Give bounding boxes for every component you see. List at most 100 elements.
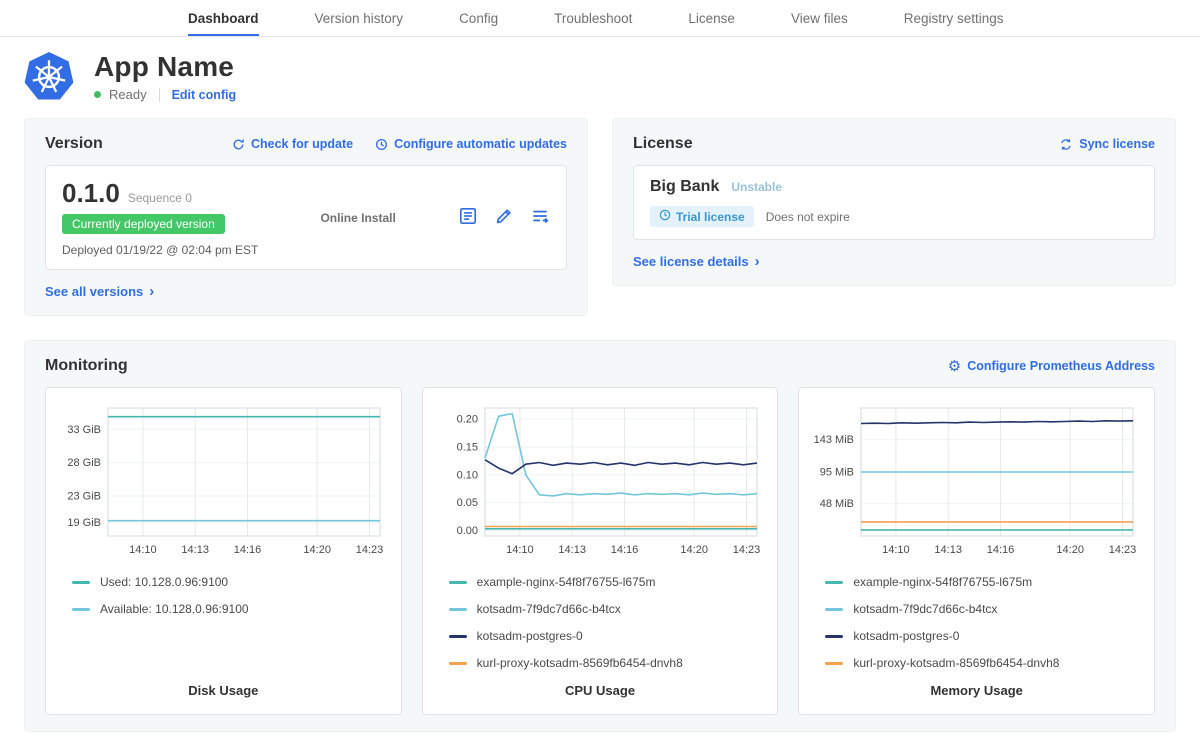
svg-text:14:13: 14:13 <box>181 544 209 556</box>
sync-license-link[interactable]: Sync license <box>1059 137 1155 151</box>
legend-item: kurl-proxy-kotsadm-8569fb6454-dnvh8 <box>449 656 766 670</box>
sequence-label: Sequence 0 <box>128 191 192 205</box>
schedule-clock-icon <box>375 138 388 151</box>
disk-usage-chart-panel: 19 GiB23 GiB28 GiB33 GiB14:1014:1314:161… <box>45 387 402 715</box>
gear-icon: ⚙ <box>948 359 961 374</box>
trial-license-label: Trial license <box>676 210 745 224</box>
configure-prometheus-link[interactable]: ⚙ Configure Prometheus Address <box>948 359 1155 374</box>
svg-text:14:16: 14:16 <box>234 544 262 556</box>
legend-color-dash <box>825 662 843 665</box>
svg-text:0.00: 0.00 <box>456 525 477 537</box>
legend-label: kotsadm-postgres-0 <box>853 629 959 643</box>
cpu-usage-chart-panel: 0.000.050.100.150.2014:1014:1314:1614:20… <box>422 387 779 715</box>
chevron-right-icon: › <box>149 284 154 299</box>
cards-row: Version Check for update Configure autom… <box>0 114 1200 316</box>
license-panel: Big Bank Unstable Trial license Does not… <box>633 165 1155 240</box>
svg-text:0.20: 0.20 <box>456 414 477 426</box>
svg-text:48 MiB: 48 MiB <box>820 498 854 510</box>
edit-config-icon[interactable] <box>494 206 514 229</box>
install-type-label: Online Install <box>258 211 458 225</box>
svg-text:28 GiB: 28 GiB <box>67 457 101 469</box>
legend-label: Used: 10.128.0.96:9100 <box>100 575 228 589</box>
deployed-timestamp: Deployed 01/19/22 @ 02:04 pm EST <box>62 243 258 257</box>
view-diff-icon[interactable] <box>530 206 550 229</box>
chart-legend: example-nginx-54f8f76755-l675m kotsadm-7f… <box>435 575 766 683</box>
svg-text:143 MiB: 143 MiB <box>814 434 854 446</box>
version-number: 0.1.0 <box>62 178 120 209</box>
tab-config[interactable]: Config <box>459 0 498 36</box>
svg-text:19 GiB: 19 GiB <box>67 517 101 529</box>
legend-color-dash <box>72 581 90 584</box>
configure-automatic-updates-label: Configure automatic updates <box>394 137 567 151</box>
svg-text:33 GiB: 33 GiB <box>67 424 101 436</box>
license-card-title: License <box>633 135 693 153</box>
refresh-icon <box>232 138 245 151</box>
svg-text:14:20: 14:20 <box>1057 544 1085 556</box>
legend-label: Available: 10.128.0.96:9100 <box>100 602 249 616</box>
legend-item: example-nginx-54f8f76755-l675m <box>825 575 1142 589</box>
check-for-update-label: Check for update <box>251 137 353 151</box>
chart-legend: example-nginx-54f8f76755-l675m kotsadm-7f… <box>811 575 1142 683</box>
release-notes-icon[interactable] <box>458 206 478 229</box>
chart-title: Memory Usage <box>811 683 1142 700</box>
configure-automatic-updates-link[interactable]: Configure automatic updates <box>375 137 567 151</box>
svg-text:23 GiB: 23 GiB <box>67 491 101 503</box>
legend-item: Used: 10.128.0.96:9100 <box>72 575 389 589</box>
chart-title: CPU Usage <box>435 683 766 700</box>
tab-view-files[interactable]: View files <box>791 0 848 36</box>
chart-legend: Used: 10.128.0.96:9100 Available: 10.128.… <box>58 575 389 629</box>
svg-text:0.05: 0.05 <box>456 497 477 509</box>
see-license-details-link[interactable]: See license details › <box>633 254 760 269</box>
legend-label: kotsadm-7f9dc7d66c-b4tcx <box>477 602 621 616</box>
version-card-title: Version <box>45 135 103 153</box>
kubernetes-logo-icon <box>24 52 74 102</box>
legend-item: kotsadm-7f9dc7d66c-b4tcx <box>449 602 766 616</box>
legend-color-dash <box>449 581 467 584</box>
svg-text:14:23: 14:23 <box>1109 544 1137 556</box>
edit-config-link[interactable]: Edit config <box>172 88 237 102</box>
chart-svg: 19 GiB23 GiB28 GiB33 GiB14:1014:1314:161… <box>58 400 388 564</box>
charts-row: 19 GiB 23 GiB 28 GiB 33 GiB 14:10 14:13 14:16 1… <box>45 387 1155 715</box>
page-title: App Name <box>94 51 236 83</box>
monitoring-card: Monitoring ⚙ Configure Prometheus Addres… <box>24 340 1176 732</box>
svg-text:14:13: 14:13 <box>558 544 586 556</box>
monitoring-title: Monitoring <box>45 357 128 375</box>
app-header: App Name Ready Edit config <box>0 37 1200 114</box>
svg-text:14:16: 14:16 <box>987 544 1015 556</box>
chart-plot: 48 MiB95 MiB143 MiB14:1014:1314:1614:201… <box>811 400 1142 569</box>
svg-text:14:10: 14:10 <box>129 544 157 556</box>
chevron-right-icon: › <box>755 254 760 269</box>
channel-name: Unstable <box>731 180 782 194</box>
chart-svg: 48 MiB95 MiB143 MiB14:1014:1314:1614:201… <box>811 400 1141 564</box>
legend-item: example-nginx-54f8f76755-l675m <box>449 575 766 589</box>
legend-item: kotsadm-7f9dc7d66c-b4tcx <box>825 602 1142 616</box>
svg-text:14:20: 14:20 <box>680 544 708 556</box>
legend-color-dash <box>825 581 843 584</box>
version-card: Version Check for update Configure autom… <box>24 118 588 316</box>
tab-registry-settings[interactable]: Registry settings <box>904 0 1004 36</box>
customer-name: Big Bank <box>650 178 719 196</box>
clock-icon <box>659 209 671 224</box>
tab-dashboard[interactable]: Dashboard <box>188 0 259 36</box>
status-text: Ready <box>109 87 147 102</box>
sync-license-label: Sync license <box>1079 137 1155 151</box>
tab-license[interactable]: License <box>688 0 735 36</box>
tab-version-history[interactable]: Version history <box>315 0 404 36</box>
legend-label: example-nginx-54f8f76755-l675m <box>477 575 656 589</box>
configure-prometheus-label: Configure Prometheus Address <box>967 359 1155 373</box>
legend-color-dash <box>825 635 843 638</box>
see-all-versions-link[interactable]: See all versions › <box>45 284 154 299</box>
svg-text:14:13: 14:13 <box>935 544 963 556</box>
sync-icon <box>1059 138 1073 151</box>
see-license-details-label: See license details <box>633 254 749 269</box>
check-for-update-link[interactable]: Check for update <box>232 137 353 151</box>
legend-color-dash <box>449 662 467 665</box>
chart-title: Disk Usage <box>58 683 389 700</box>
chart-svg: 0.000.050.100.150.2014:1014:1314:1614:20… <box>435 400 765 564</box>
legend-label: example-nginx-54f8f76755-l675m <box>853 575 1032 589</box>
legend-color-dash <box>449 635 467 638</box>
legend-label: kurl-proxy-kotsadm-8569fb6454-dnvh8 <box>853 656 1059 670</box>
license-card: License Sync license Big Bank Unstable T… <box>612 118 1176 286</box>
svg-text:14:16: 14:16 <box>610 544 638 556</box>
tab-troubleshoot[interactable]: Troubleshoot <box>554 0 632 36</box>
